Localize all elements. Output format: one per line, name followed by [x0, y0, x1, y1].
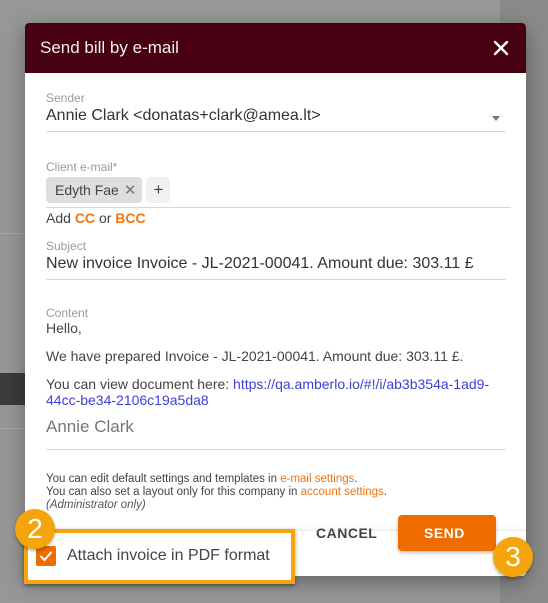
content-label: Content [46, 306, 89, 320]
administrator-only-note: (Administrator only) [46, 499, 146, 511]
annotation-step-badge: 3 [493, 537, 533, 577]
dropdown-caret-icon [492, 115, 500, 121]
add-bcc-link[interactable]: BCC [115, 210, 145, 226]
cc-or-text: or [98, 210, 112, 226]
hint-line1-text: You can edit default settings and templa… [46, 473, 281, 485]
add-recipient-button[interactable]: + [146, 177, 171, 203]
add-cc-link[interactable]: CC [75, 210, 95, 226]
content-body-line: We have prepared Invoice - JL-2021-00041… [46, 348, 464, 364]
content-editor[interactable]: Content Hello, We have prepared Invoice … [46, 306, 506, 450]
checkmark-icon [40, 551, 52, 561]
annotation-step-badge: 2 [15, 509, 55, 549]
attach-pdf-label: Attach invoice in PDF format [67, 547, 270, 564]
client-email-field: Client e-mail* Edyth Fae ✕ + Add CC or B… [46, 160, 511, 226]
subject-label: Subject [46, 239, 87, 253]
close-icon [493, 40, 509, 56]
subject-input[interactable]: New invoice Invoice - JL-2021-00041. Amo… [46, 255, 506, 280]
content-view-line: You can view document here: https://qa.a… [46, 376, 506, 408]
cancel-button[interactable]: CANCEL [316, 525, 377, 541]
send-button[interactable]: SEND [398, 515, 496, 551]
email-chip-label: Edyth Fae [55, 182, 119, 198]
hint-period: . [383, 486, 387, 498]
close-button[interactable] [490, 37, 512, 59]
client-email-chips[interactable]: Edyth Fae ✕ + [46, 177, 511, 208]
view-prefix-text: You can view document here: [46, 376, 234, 392]
hint-period: . [354, 473, 358, 485]
subject-field[interactable]: Subject New invoice Invoice - JL-2021-00… [46, 239, 506, 280]
sender-field[interactable]: Sender Annie Clark <donatas+clark@amea.l… [46, 91, 506, 132]
attach-pdf-checkbox[interactable] [36, 546, 56, 566]
sender-select[interactable]: Annie Clark <donatas+clark@amea.lt> [46, 107, 506, 132]
background-divider [0, 428, 26, 429]
add-cc-bcc-line: Add CC or BCC [46, 210, 511, 226]
email-chip[interactable]: Edyth Fae ✕ [46, 177, 143, 203]
signature: Annie Clark [46, 417, 506, 450]
send-bill-dialog: Send bill by e-mail Sender Annie Clark <… [25, 23, 526, 576]
content-greeting: Hello, [46, 320, 82, 336]
sender-value: Annie Clark <donatas+clark@amea.lt> [46, 107, 321, 124]
hint-line2-text: You can also set a layout only for this … [46, 486, 301, 498]
remove-chip-icon[interactable]: ✕ [124, 181, 137, 199]
email-settings-link[interactable]: e-mail settings [280, 473, 354, 485]
background-dark-row [0, 373, 26, 405]
account-settings-link[interactable]: account settings [301, 486, 384, 498]
dialog-title: Send bill by e-mail [40, 38, 179, 57]
background-divider [0, 233, 26, 234]
client-email-label: Client e-mail* [46, 160, 118, 174]
attach-pdf-checkbox-row[interactable]: Attach invoice in PDF format [36, 546, 270, 566]
cc-prefix-text: Add [46, 210, 71, 226]
settings-hint: You can edit default settings and templa… [46, 473, 506, 512]
dialog-header: Send bill by e-mail [25, 23, 526, 73]
sender-label: Sender [46, 91, 85, 105]
